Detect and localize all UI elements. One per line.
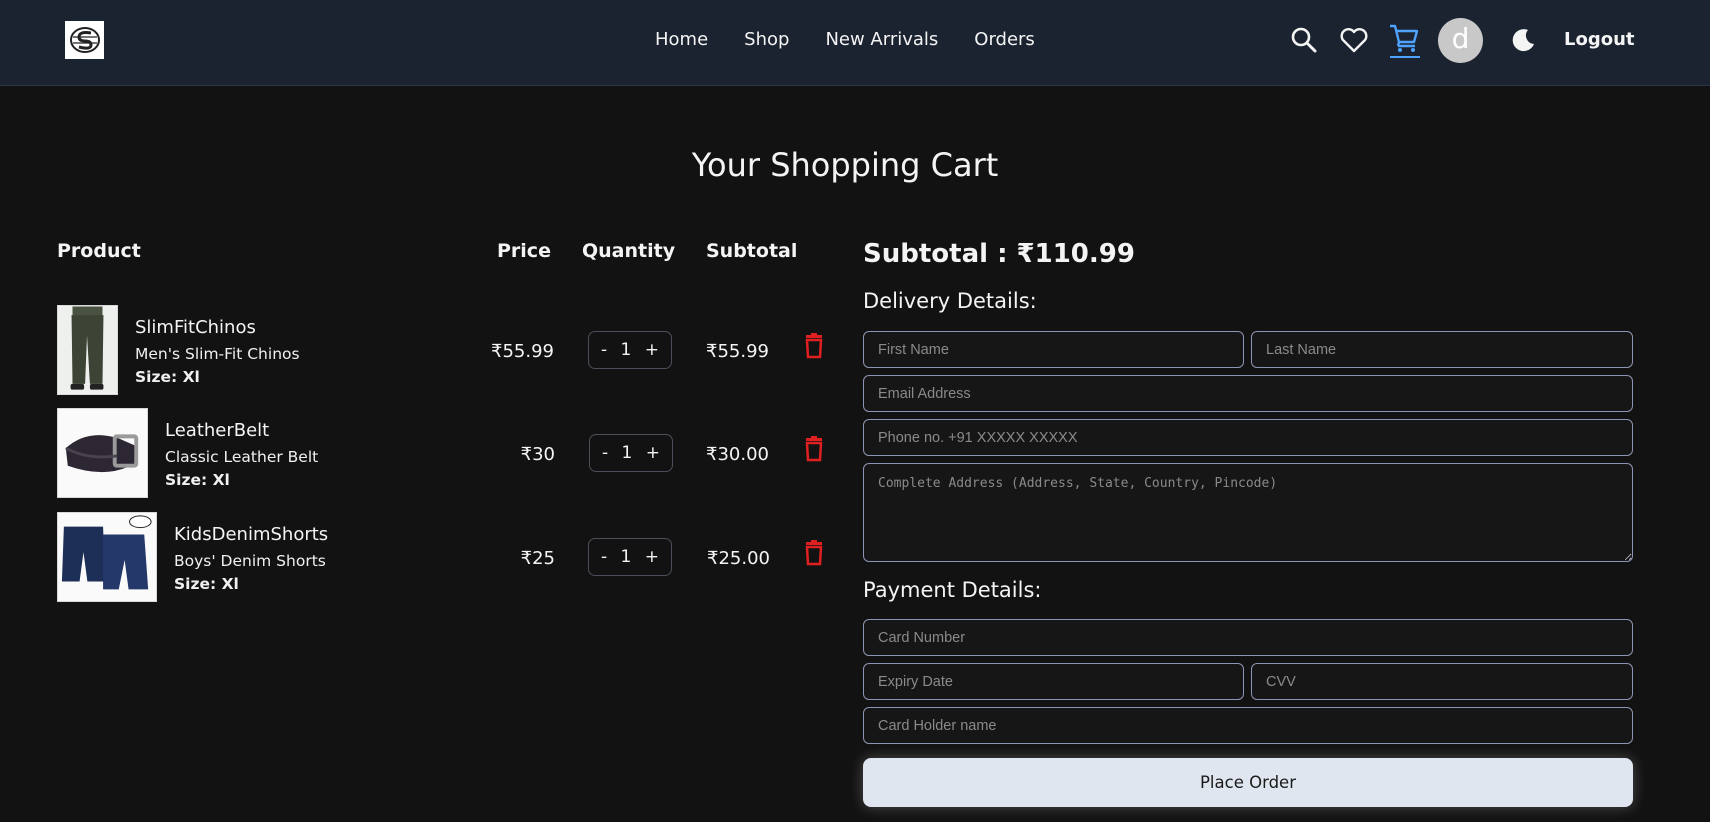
- delivery-details-title: Delivery Details:: [863, 289, 1037, 313]
- nav-link-home[interactable]: Home: [655, 28, 708, 52]
- product-size: Size: Xl: [135, 368, 200, 386]
- product-subtotal: ₹30.00: [706, 444, 769, 465]
- cart-row: SlimFitChinos Men's Slim-Fit Chinos Size…: [57, 305, 837, 397]
- cart-subtotal: Subtotal : ₹110.99: [863, 239, 1135, 269]
- increase-quantity-button[interactable]: +: [645, 547, 659, 567]
- product-name[interactable]: SlimFitChinos: [135, 317, 256, 338]
- product-image-belt[interactable]: [57, 408, 148, 498]
- product-name[interactable]: LeatherBelt: [165, 420, 269, 441]
- cvv-field[interactable]: [1251, 663, 1633, 700]
- product-size: Size: Xl: [165, 471, 230, 489]
- moon-icon[interactable]: [1506, 22, 1542, 58]
- navbar: Home Shop New Arrivals Orders d Logout: [0, 0, 1710, 86]
- product-price: ₹55.99: [491, 341, 554, 362]
- expiry-date-field[interactable]: [863, 663, 1244, 700]
- product-description: Boys' Denim Shorts: [174, 552, 326, 570]
- place-order-button[interactable]: Place Order: [863, 758, 1633, 807]
- decrease-quantity-button[interactable]: -: [601, 340, 607, 360]
- user-avatar[interactable]: d: [1438, 18, 1483, 63]
- product-image-chinos[interactable]: [57, 305, 118, 395]
- card-number-field[interactable]: [863, 619, 1633, 656]
- quantity-stepper: - 1 +: [588, 331, 672, 369]
- logout-button[interactable]: Logout: [1564, 29, 1635, 50]
- column-header-price: Price: [497, 240, 551, 262]
- trash-icon[interactable]: [803, 436, 825, 462]
- product-name[interactable]: KidsDenimShorts: [174, 524, 328, 545]
- cart-icon[interactable]: [1386, 22, 1422, 58]
- payment-details-title: Payment Details:: [863, 578, 1042, 602]
- column-header-subtotal: Subtotal: [706, 240, 798, 262]
- decrease-quantity-button[interactable]: -: [601, 547, 607, 567]
- product-subtotal: ₹25.00: [707, 548, 770, 569]
- product-subtotal: ₹55.99: [706, 341, 769, 362]
- brand-logo[interactable]: [65, 21, 104, 59]
- product-image-shorts[interactable]: [57, 512, 157, 602]
- trash-icon[interactable]: [803, 540, 825, 566]
- nav-link-shop[interactable]: Shop: [744, 28, 789, 52]
- phone-field[interactable]: [863, 419, 1633, 456]
- nav-link-new-arrivals[interactable]: New Arrivals: [825, 28, 938, 52]
- last-name-field[interactable]: [1251, 331, 1633, 368]
- increase-quantity-button[interactable]: +: [645, 340, 659, 360]
- product-description: Men's Slim-Fit Chinos: [135, 345, 300, 363]
- cart-row: LeatherBelt Classic Leather Belt Size: X…: [57, 408, 837, 500]
- product-description: Classic Leather Belt: [165, 448, 319, 466]
- quantity-value: 1: [620, 340, 632, 360]
- heart-icon[interactable]: [1336, 22, 1372, 58]
- first-name-field[interactable]: [863, 331, 1244, 368]
- logo-icon: [69, 27, 100, 53]
- search-icon[interactable]: [1286, 22, 1322, 58]
- increase-quantity-button[interactable]: +: [646, 443, 660, 463]
- nav-links: Home Shop New Arrivals Orders: [655, 28, 1035, 52]
- product-size: Size: Xl: [174, 575, 239, 593]
- decrease-quantity-button[interactable]: -: [602, 443, 608, 463]
- trash-icon[interactable]: [803, 333, 825, 359]
- cart-row: KidsDenimShorts Boys' Denim Shorts Size:…: [57, 512, 837, 604]
- address-field[interactable]: [863, 463, 1633, 562]
- product-price: ₹25: [520, 548, 555, 569]
- email-field[interactable]: [863, 375, 1633, 412]
- nav-link-orders[interactable]: Orders: [974, 28, 1035, 52]
- column-header-quantity: Quantity: [582, 240, 676, 262]
- product-price: ₹30: [520, 444, 555, 465]
- quantity-stepper: - 1 +: [589, 434, 673, 472]
- page-title: Your Shopping Cart: [691, 146, 999, 184]
- card-holder-field[interactable]: [863, 707, 1633, 744]
- quantity-value: 1: [621, 443, 633, 463]
- quantity-value: 1: [620, 547, 632, 567]
- quantity-stepper: - 1 +: [588, 538, 672, 576]
- column-header-product: Product: [57, 240, 141, 262]
